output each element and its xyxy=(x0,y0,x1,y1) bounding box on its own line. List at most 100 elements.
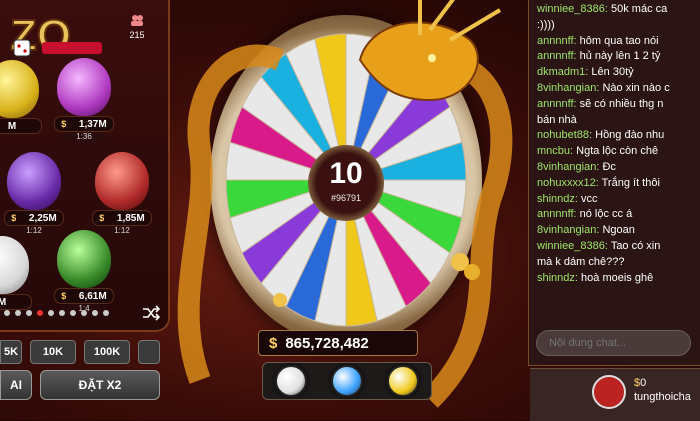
chat-message: shinndz: vcc xyxy=(537,192,697,208)
chat-username[interactable]: nohubet88: xyxy=(537,129,595,141)
chat-username[interactable]: winniee_8386: xyxy=(537,240,611,252)
chat-username[interactable]: 8vinhangian: xyxy=(537,161,602,173)
chat-text: hủ này lên 1 2 tỷ xyxy=(579,50,661,63)
chat-text: Ngoan xyxy=(602,224,635,237)
chat-message: winniee_8386: 50k mác ca xyxy=(537,2,697,18)
chat-username[interactable]: shinndz: xyxy=(537,272,581,284)
page-dot[interactable] xyxy=(59,310,65,316)
egg-card-6[interactable]: $6,61M 1:4 xyxy=(52,230,116,314)
egg-white xyxy=(0,236,29,294)
chat-text: Ngta lộc còn chê xyxy=(576,145,659,158)
chat-username[interactable]: shinndz: xyxy=(537,193,581,205)
chat-text: vcc xyxy=(581,192,598,205)
chat-message: mncbu: Ngta lộc còn chê xyxy=(537,144,697,160)
page-dot[interactable] xyxy=(26,310,32,316)
chat-message: 8vinhangian: Đc xyxy=(537,160,697,176)
bet-x2-button[interactable]: ĐẶT X2 xyxy=(40,370,160,400)
page-dots xyxy=(4,310,109,316)
chat-username[interactable]: annnnff: xyxy=(537,50,580,62)
chat-username[interactable]: annnnff: xyxy=(537,98,580,110)
page-dot[interactable] xyxy=(70,310,76,316)
wheel-hub: 10 #96791 xyxy=(308,145,384,221)
egg-timer: 1:36 xyxy=(62,132,106,142)
bet-more-button[interactable] xyxy=(138,340,160,364)
egg-green xyxy=(57,230,111,288)
chat-message: mà k dám chê??? xyxy=(537,255,697,271)
player-balance: $0 xyxy=(634,377,647,389)
bet-10k-button[interactable]: 10K xyxy=(30,340,76,364)
player-profile: $0 tungthoicha xyxy=(530,368,700,421)
color-white-button[interactable] xyxy=(275,365,307,397)
egg-value: M xyxy=(0,294,32,310)
chat-message: annnnff: sẽ có nhiều thg n xyxy=(537,97,697,113)
online-count: 215 xyxy=(129,30,145,40)
chat-text: Lên 30tỷ xyxy=(591,66,634,79)
avatar[interactable] xyxy=(592,375,626,409)
egg-card-4[interactable]: $1,85M 1:12 xyxy=(90,152,154,236)
egg-value: M xyxy=(0,118,42,134)
page-dot[interactable] xyxy=(4,310,10,316)
egg-card-1[interactable]: M xyxy=(0,60,44,142)
chat-username[interactable]: 8vinhangian: xyxy=(537,224,602,236)
chat-message: shinndz: hoà moeis ghê xyxy=(537,271,697,287)
chat-message: dkmadm1: Lên 30tỷ xyxy=(537,65,697,81)
chat-text: bán nhà xyxy=(537,113,577,126)
page-dot[interactable] xyxy=(81,310,87,316)
pot-amount: 865,728,482 xyxy=(285,334,369,352)
chat-text: Nào xin nào c xyxy=(602,81,670,94)
chat-message: 8vinhangian: Nào xin nào c xyxy=(537,81,697,97)
player-username: tungthoicha xyxy=(634,391,691,403)
chat-text: Đc xyxy=(602,160,616,173)
egg-value: $1,85M xyxy=(92,210,152,226)
shuffle-icon[interactable] xyxy=(142,305,160,321)
egg-value: $6,61M xyxy=(54,288,114,304)
chat-messages[interactable]: winniee_8386: 50k mác ca:)))) annnnff: hô… xyxy=(537,2,697,286)
color-yellow-button[interactable] xyxy=(387,365,419,397)
chat-text: Trắng ít thôi xyxy=(601,176,660,189)
online-users[interactable]: 215 xyxy=(122,14,152,40)
chat-message: winniee_8386: Tao có xin xyxy=(537,239,697,255)
chat-username[interactable]: mncbu: xyxy=(537,145,576,157)
chat-text: hôm qua tao nói xyxy=(579,34,659,47)
round-id: #96791 xyxy=(330,193,362,203)
chat-message: annnnff: nó lộc cc á xyxy=(537,207,697,223)
chat-username[interactable]: dkmadm1: xyxy=(537,66,591,78)
egg-violet xyxy=(7,152,61,210)
chat-message: bán nhà xyxy=(537,113,697,129)
jackpot-pot: $ 865,728,482 xyxy=(258,330,418,356)
chat-username[interactable]: 8vinhangian: xyxy=(537,82,602,94)
chat-message: nohuxxxx12: Trắng ít thôi xyxy=(537,176,697,192)
page-dot[interactable] xyxy=(103,310,109,316)
chat-message: annnnff: hủ này lên 1 2 tỷ xyxy=(537,49,697,65)
chat-text: 50k mác ca xyxy=(611,3,668,15)
chat-username[interactable]: annnnff: xyxy=(537,35,580,47)
page-dot[interactable] xyxy=(92,310,98,316)
chat-username[interactable]: annnnff: xyxy=(537,208,580,220)
egg-card-2[interactable]: $1,37M 1:36 xyxy=(52,58,116,142)
page-dot[interactable] xyxy=(48,310,54,316)
bet-5k-button[interactable]: 5K xyxy=(0,340,22,364)
chat-text: hoà moeis ghê xyxy=(581,271,654,284)
lucky-wheel: 10 #96791 xyxy=(210,15,482,345)
page-dot-active[interactable] xyxy=(37,310,43,316)
egg-card-5[interactable]: M xyxy=(0,236,34,318)
action-row: AI ĐẶT X2 xyxy=(0,370,160,400)
color-picker xyxy=(262,362,432,400)
egg-purple xyxy=(57,58,111,116)
auto-button[interactable]: AI xyxy=(0,370,32,400)
egg-gold xyxy=(0,60,39,118)
egg-value: $2,25M xyxy=(4,210,64,226)
chat-text: mà k dám chê??? xyxy=(537,255,625,268)
page-dot[interactable] xyxy=(15,310,21,316)
egg-timer: 1:12 xyxy=(12,226,56,236)
chat-username[interactable]: nohuxxxx12: xyxy=(537,177,602,189)
egg-card-3[interactable]: $2,25M 1:12 xyxy=(2,152,66,236)
users-icon xyxy=(131,15,143,26)
chat-input[interactable] xyxy=(536,330,691,356)
chat-text: nó lộc cc á xyxy=(579,208,633,221)
bet-100k-button[interactable]: 100K xyxy=(84,340,130,364)
color-blue-button[interactable] xyxy=(331,365,363,397)
chat-username[interactable]: winniee_8386: xyxy=(537,3,611,15)
chat-text: :)))) xyxy=(537,18,555,31)
chat-message: annnnff: hôm qua tao nói xyxy=(537,34,697,50)
